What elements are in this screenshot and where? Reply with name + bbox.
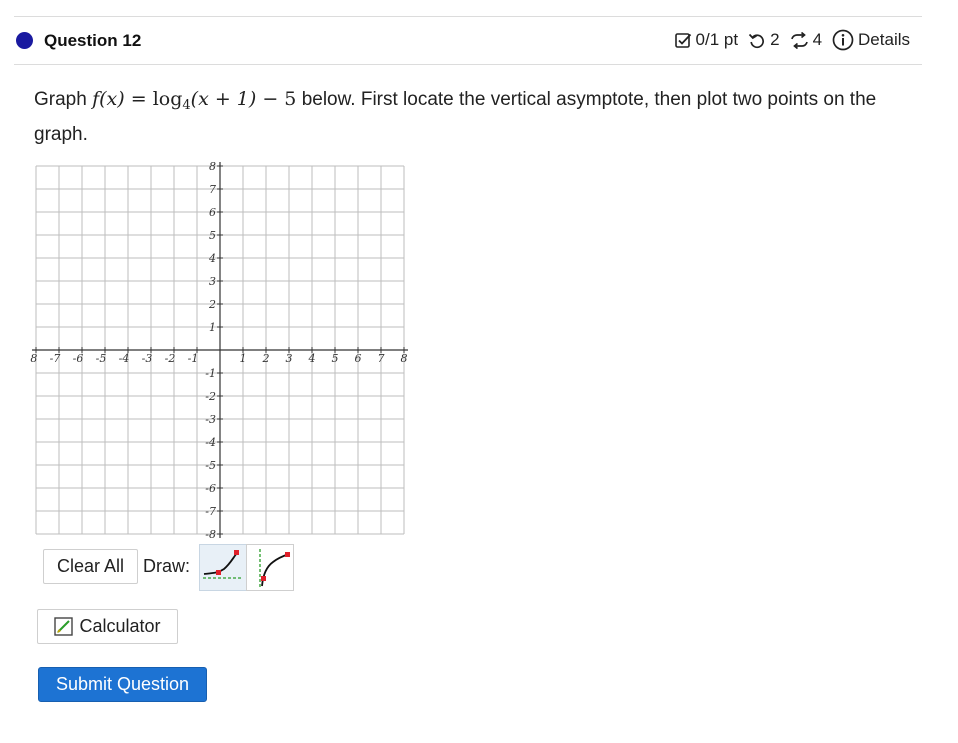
x-tick-label: -4 [119,352,130,365]
exponential-tool-icon [203,550,243,579]
graph-canvas[interactable]: -8 -7 -6 -5 -4 -3 -2 -1 1 2 3 4 5 6 7 8 8 7 6 5 4 3 2 1 -1 -2 -3 -4… [30,160,410,540]
formula-minus: − 5 [262,88,297,110]
x-tick-label: -8 [30,352,37,365]
details-button[interactable]: Details [832,29,910,51]
attempts-icon [790,31,808,49]
score-group: 0/1 pt [674,30,739,50]
info-icon [832,29,854,51]
question-prompt: Graph f(x) = log4(x + 1) − 5 below. Firs… [34,85,914,149]
x-tick-label: 1 [240,352,247,365]
header-divider [14,64,922,65]
y-tick-label: -3 [205,413,216,426]
y-tick-label: 5 [209,229,216,242]
details-label: Details [858,30,910,49]
exponential-tool-button[interactable] [199,544,247,591]
y-tick-label: -5 [205,459,216,472]
y-tick-label: 1 [209,321,216,334]
prompt-before: Graph [34,89,87,110]
logarithm-tool-icon [259,549,290,587]
x-tick-label: -5 [96,352,107,365]
draw-label: Draw: [143,556,191,576]
y-tick-label: 7 [209,183,216,196]
retry-icon [748,33,765,48]
formula-fx: f(x) [92,88,125,110]
x-tick-label: 6 [355,352,362,365]
formula-base: 4 [182,98,191,113]
retries-count: 2 [770,30,780,49]
formula-equals: = [130,88,147,110]
x-tick-label: -2 [165,352,176,365]
logarithm-tool-button[interactable] [246,544,294,591]
y-tick-label: -8 [205,528,216,540]
checkbox-icon [674,32,691,48]
x-tick-label: -3 [142,352,153,365]
calculator-button[interactable]: Calculator [37,609,178,644]
function-formula: f(x) = log4(x + 1) − 5 [92,88,297,113]
y-tick-label: -6 [205,482,216,495]
question-header: Question 12 0/1 pt 2 4 Details [14,17,922,65]
submit-question-button[interactable]: Submit Question [38,667,207,702]
retries-group: 2 [748,30,780,50]
x-tick-label: 5 [332,352,339,365]
x-tick-label: 8 [401,352,408,365]
x-tick-label: -1 [188,352,199,365]
y-tick-label: 8 [209,160,216,173]
y-tick-label: -2 [205,390,216,403]
x-tick-label: 7 [378,352,385,365]
attempts-group: 4 [790,30,822,50]
score-text: 0/1 pt [695,30,739,49]
y-tick-label: 3 [209,275,216,288]
y-tick-label: -7 [205,505,216,518]
y-tick-label: 4 [208,252,216,265]
calculator-icon [54,617,74,636]
y-tick-label: 2 [208,298,216,311]
y-tick-label: 6 [209,206,216,219]
formula-log: log [152,88,183,110]
x-tick-label: -6 [73,352,84,365]
question-meta: 0/1 pt 2 4 Details [665,29,910,51]
x-tick-label: 3 [286,352,293,365]
attempts-count: 4 [812,30,823,49]
x-tick-label: 2 [262,352,270,365]
calculator-label: Calculator [79,616,161,636]
question-title: Question 12 [44,31,142,50]
x-tick-label: 4 [308,352,316,365]
clear-all-button[interactable]: Clear All [43,549,138,584]
x-tick-label: -7 [50,352,61,365]
y-tick-label: -4 [205,436,216,449]
y-tick-label: -1 [205,367,216,380]
formula-arg: (x + 1) [190,88,257,110]
question-status-indicator [16,32,33,49]
